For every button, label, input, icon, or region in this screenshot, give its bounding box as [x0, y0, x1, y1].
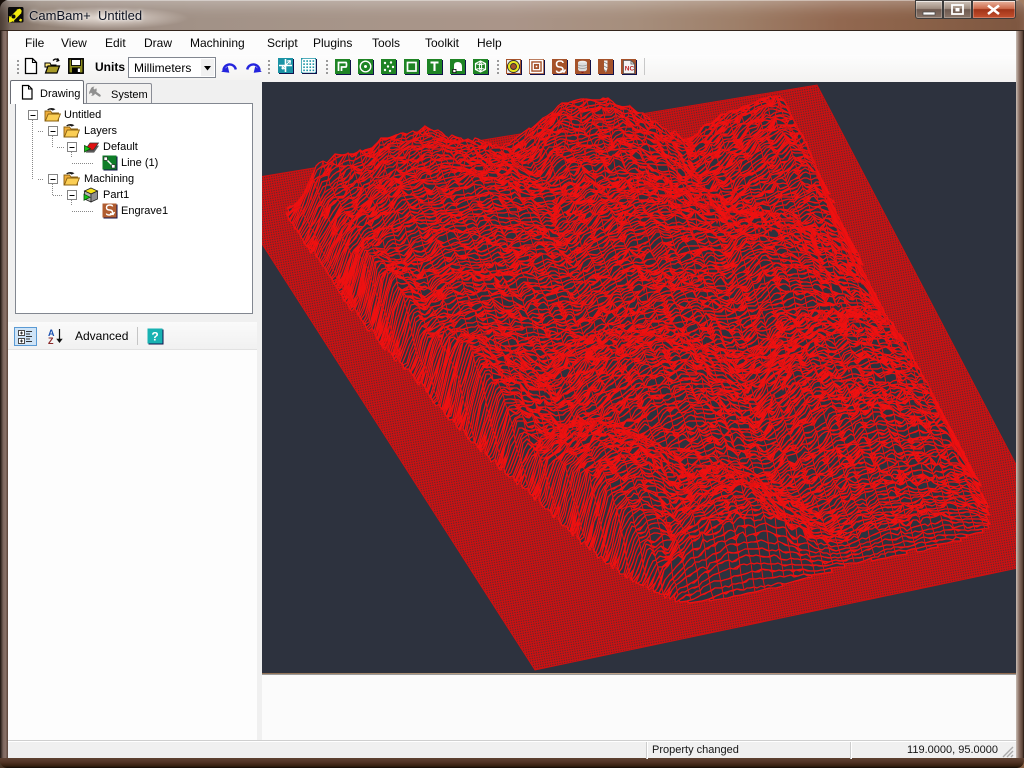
svg-text:?: ? [151, 330, 158, 344]
svg-text:NC: NC [625, 66, 635, 73]
svg-text:Z: Z [48, 336, 54, 346]
svg-text:Drawing: Drawing [40, 88, 80, 100]
